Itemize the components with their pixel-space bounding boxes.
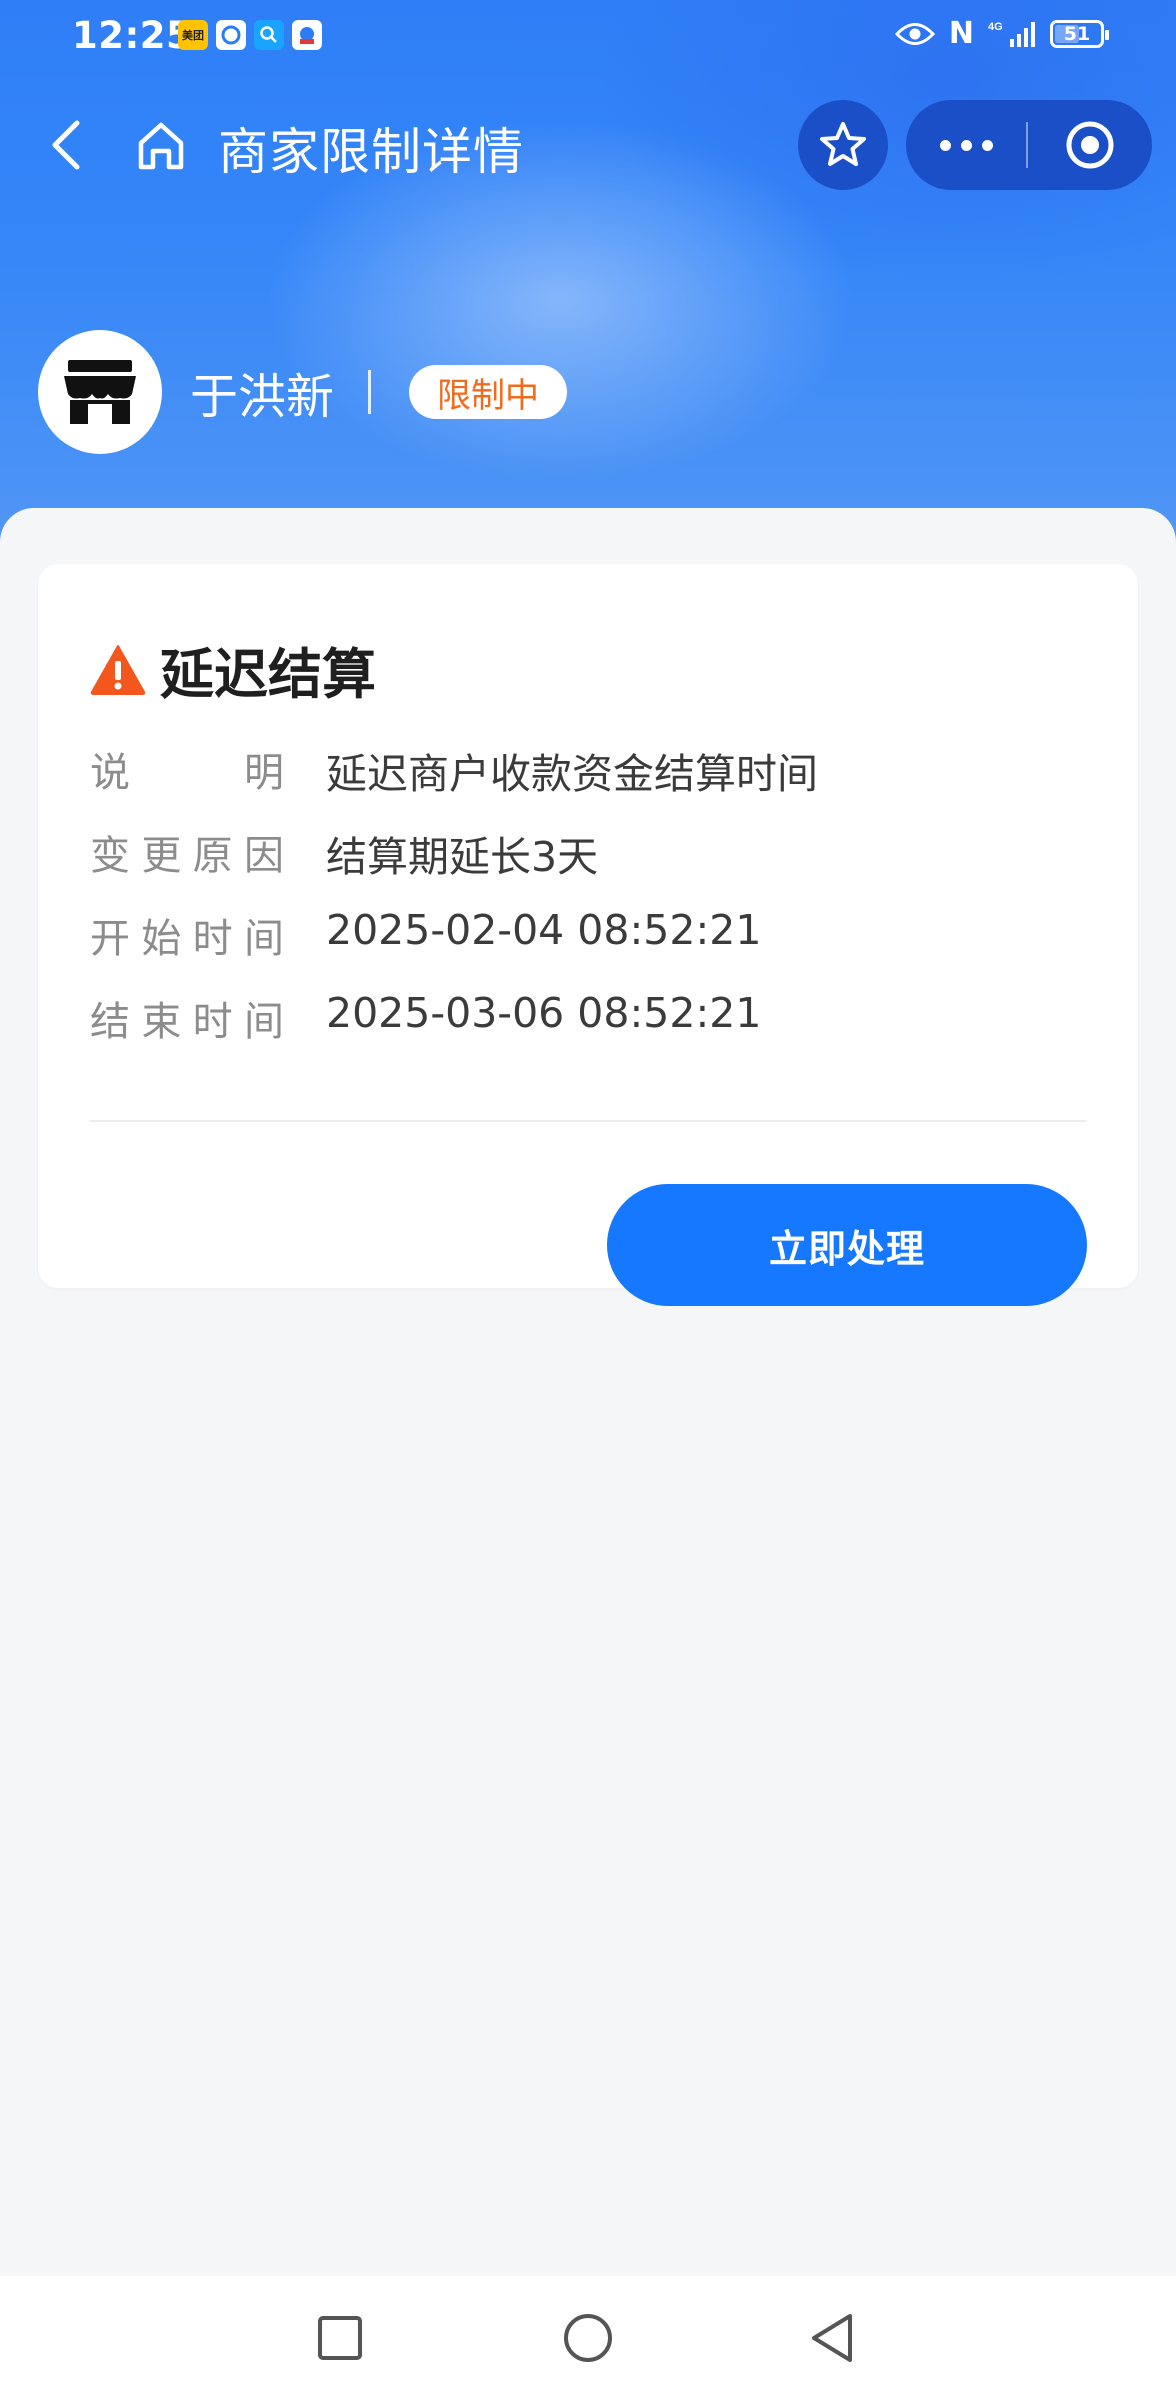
more-icon	[939, 139, 951, 151]
info-label: 变 更 原 因	[90, 833, 284, 879]
triangle-back-icon	[812, 2314, 852, 2362]
close-miniapp-button[interactable]	[1028, 100, 1152, 190]
info-row-description: 说 明 延迟商户收款资金结算时间	[90, 740, 1090, 823]
status-bar: 12:25 美团 N 4G 51	[0, 0, 1176, 72]
info-value: 2025-03-06 08:52:21	[326, 989, 762, 1037]
svg-text:4G: 4G	[988, 21, 1003, 33]
more-button[interactable]	[906, 100, 1026, 190]
warning-icon	[90, 644, 146, 695]
battery-icon: 51	[1050, 19, 1109, 48]
merchant-name: 于洪新	[190, 369, 335, 425]
notification-icons: 美团	[178, 20, 322, 50]
square-icon	[318, 2316, 362, 2360]
close-target-icon	[1066, 121, 1114, 169]
home-icon	[138, 122, 184, 170]
battery-level: 51	[1063, 22, 1091, 45]
restriction-card: 延迟结算 说 明 延迟商户收款资金结算时间 变 更 原 因 结算期延长3天 开 …	[38, 564, 1138, 1306]
handle-now-button[interactable]: 立即处理	[607, 1184, 1087, 1306]
miniapp-capsule	[906, 100, 1152, 190]
system-nav-bar	[0, 2276, 1176, 2400]
eye-icon	[894, 22, 935, 45]
page-title: 商家限制详情	[218, 123, 524, 181]
info-value: 延迟商户收款资金结算时间	[326, 750, 818, 798]
back-icon	[52, 120, 80, 170]
info-label: 结 束 时 间	[90, 999, 284, 1045]
card-divider	[90, 1120, 1086, 1122]
card-header: 延迟结算	[90, 630, 376, 709]
recents-button[interactable]	[308, 2306, 372, 2370]
home-button[interactable]	[126, 110, 196, 180]
status-right: N 4G 51	[894, 16, 1109, 51]
browser-app-icon	[216, 20, 246, 50]
favorite-button[interactable]	[798, 100, 888, 190]
avatar	[38, 330, 162, 454]
circle-icon	[564, 2314, 612, 2362]
info-value: 2025-02-04 08:52:21	[326, 906, 762, 954]
merchant-info: 于洪新 限制中	[38, 330, 568, 454]
status-badge: 限制中	[409, 365, 568, 419]
search-app-icon	[254, 20, 284, 50]
back-button[interactable]	[30, 110, 100, 180]
nav-bar: 商家限制详情	[0, 96, 1176, 192]
home-nav-button[interactable]	[556, 2306, 620, 2370]
star-icon	[820, 122, 866, 166]
info-label: 说 明	[90, 750, 284, 796]
info-value: 结算期延长3天	[326, 833, 599, 881]
meituan-app-icon: 美团	[178, 20, 208, 50]
back-nav-button[interactable]	[800, 2306, 864, 2370]
info-list: 说 明 延迟商户收款资金结算时间 变 更 原 因 结算期延长3天 开 始 时 间…	[90, 740, 1090, 1072]
nfc-icon: N	[948, 16, 974, 51]
name-separator	[368, 370, 372, 414]
info-row-reason: 变 更 原 因 结算期延长3天	[90, 823, 1090, 906]
info-row-start-time: 开 始 时 间 2025-02-04 08:52:21	[90, 906, 1090, 989]
status-time: 12:25	[72, 14, 193, 57]
info-label: 开 始 时 间	[90, 916, 284, 962]
content-sheet: 延迟结算 说 明 延迟商户收款资金结算时间 变 更 原 因 结算期延长3天 开 …	[0, 508, 1176, 2400]
game-app-icon	[292, 20, 322, 50]
info-row-end-time: 结 束 时 间 2025-03-06 08:52:21	[90, 989, 1090, 1072]
store-icon	[64, 360, 136, 424]
card-title: 延迟结算	[160, 643, 376, 706]
signal-icon: 4G	[988, 21, 1035, 47]
